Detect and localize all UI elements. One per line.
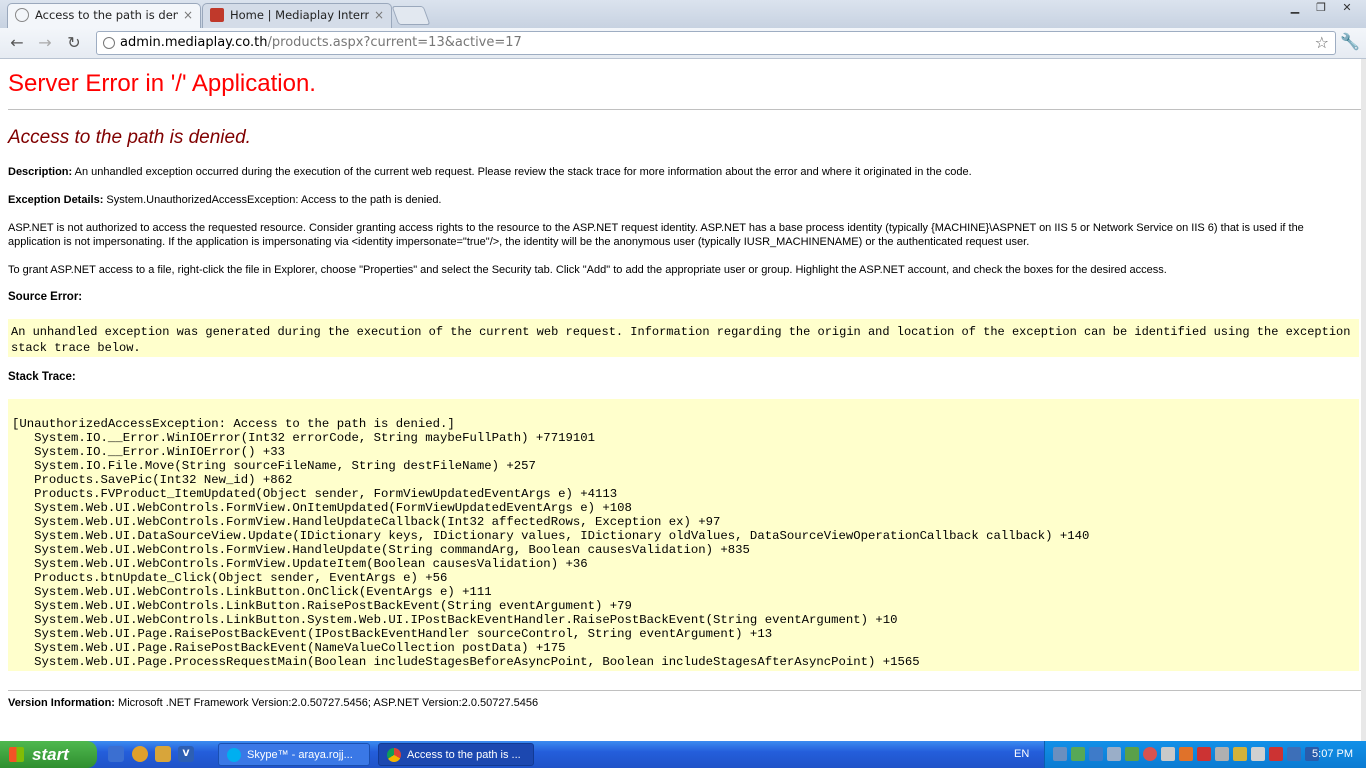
folder-quicklaunch-icon[interactable] — [155, 746, 171, 762]
window-controls: ▁ ❐ ✕ — [1282, 0, 1360, 18]
taskbar-button-label: Access to the path is ... — [407, 749, 521, 761]
back-icon[interactable]: ← — [6, 32, 28, 54]
taskbar: start V Skype™ - araya.rojj... Access to… — [0, 741, 1366, 768]
tab-close-icon[interactable]: × — [374, 4, 384, 26]
page-title: Server Error in '/' Application. — [8, 70, 316, 97]
url-host: admin.mediaplay.co.th — [120, 35, 268, 50]
exception-label: Exception Details: — [8, 194, 104, 206]
description: Description: An unhandled exception occu… — [8, 165, 1358, 179]
address-bar[interactable]: admin.mediaplay.co.th/products.aspx?curr… — [96, 31, 1336, 55]
stack-trace-box: [UnauthorizedAccessException: Access to … — [8, 399, 1359, 671]
tab-title: Access to the path is denied. — [35, 8, 178, 22]
chrome-icon — [387, 748, 401, 762]
skype-icon — [227, 748, 241, 762]
usb-icon[interactable] — [1161, 747, 1175, 761]
minimize-icon[interactable]: ▁ — [1282, 0, 1308, 16]
description-text: An unhandled exception occurred during t… — [74, 166, 972, 178]
antivirus-icon[interactable] — [1179, 747, 1193, 761]
display-icon[interactable] — [1089, 747, 1103, 761]
description-label: Description: — [8, 166, 73, 178]
start-button[interactable]: start — [0, 741, 97, 768]
network-icon[interactable] — [1053, 747, 1067, 761]
vertical-scrollbar[interactable] — [1361, 59, 1366, 741]
tab-mediaplay-home[interactable]: Home | Mediaplay Internation × — [202, 3, 392, 28]
source-error-text: An unhandled exception was generated dur… — [11, 325, 1351, 355]
page-info-icon[interactable] — [103, 37, 115, 49]
taskbar-chrome-button[interactable]: Access to the path is ... — [378, 743, 534, 766]
alert-icon[interactable] — [1143, 747, 1157, 761]
mediaplay-icon — [210, 8, 224, 22]
tab-close-icon[interactable]: × — [183, 4, 193, 26]
source-error-heading: Source Error: — [8, 291, 83, 303]
vmware-tray-icon[interactable] — [1287, 747, 1301, 761]
vmware-quicklaunch-icon[interactable]: V — [178, 746, 194, 762]
grant-access-paragraph: To grant ASP.NET access to a file, right… — [8, 264, 1167, 276]
error-title: Access to the path is denied. — [8, 127, 251, 148]
reload-icon[interactable]: ↻ — [63, 32, 85, 54]
windows-logo-icon — [9, 747, 24, 762]
security-shield-icon[interactable] — [1071, 747, 1085, 761]
source-error-box: An unhandled exception was generated dur… — [8, 319, 1359, 357]
stack-trace-heading: Stack Trace: — [8, 371, 76, 383]
wrench-menu-icon[interactable]: 🔧 — [1340, 32, 1360, 51]
page-icon — [15, 8, 29, 22]
tab-title: Home | Mediaplay Internation — [230, 8, 369, 22]
media-icon[interactable] — [1197, 747, 1211, 761]
close-window-icon[interactable]: ✕ — [1334, 0, 1360, 16]
recycle-icon[interactable] — [1125, 747, 1139, 761]
key-icon[interactable] — [1233, 747, 1247, 761]
version-information: Version Information: Microsoft .NET Fram… — [8, 697, 538, 709]
aspnet-paragraph: ASP.NET is not authorized to access the … — [8, 222, 1304, 248]
url-text[interactable]: admin.mediaplay.co.th/products.aspx?curr… — [120, 32, 522, 54]
system-tray: 5:07 PM — [1044, 741, 1366, 768]
taskbar-clock[interactable]: 5:07 PM — [1312, 741, 1353, 768]
new-tab-button[interactable] — [391, 6, 431, 25]
exception-text: System.UnauthorizedAccessException: Acce… — [106, 194, 442, 206]
forward-icon[interactable]: → — [34, 32, 56, 54]
tab-access-denied[interactable]: Access to the path is denied. × — [7, 3, 201, 28]
stack-trace-text: [UnauthorizedAccessException: Access to … — [12, 417, 1090, 669]
tool-icon[interactable] — [1215, 747, 1229, 761]
update-icon[interactable] — [1107, 747, 1121, 761]
start-label: start — [32, 745, 69, 764]
taskbar-skype-button[interactable]: Skype™ - araya.rojj... — [218, 743, 370, 766]
exception-details: Exception Details: System.UnauthorizedAc… — [8, 193, 1358, 207]
restore-icon[interactable]: ❐ — [1308, 0, 1334, 16]
taskbar-button-label: Skype™ - araya.rojj... — [247, 749, 353, 761]
browser-toolbar: ← → ↻ admin.mediaplay.co.th/products.asp… — [0, 28, 1366, 59]
page-content: Server Error in '/' Application. Access … — [0, 59, 1366, 741]
divider — [8, 109, 1361, 110]
language-indicator[interactable]: EN — [1014, 741, 1029, 768]
version-label: Version Information: — [8, 697, 115, 709]
volume-icon[interactable] — [1251, 747, 1265, 761]
show-desktop-icon[interactable] — [108, 746, 124, 762]
chrome-quicklaunch-icon[interactable] — [132, 746, 148, 762]
browser-tab-strip: Access to the path is denied. × Home | M… — [0, 0, 1366, 28]
bookmark-star-icon[interactable]: ☆ — [1315, 32, 1329, 54]
divider — [8, 690, 1361, 691]
remote-icon[interactable] — [1269, 747, 1283, 761]
url-path: /products.aspx?current=13&active=17 — [267, 35, 522, 50]
version-text: Microsoft .NET Framework Version:2.0.507… — [118, 697, 539, 709]
